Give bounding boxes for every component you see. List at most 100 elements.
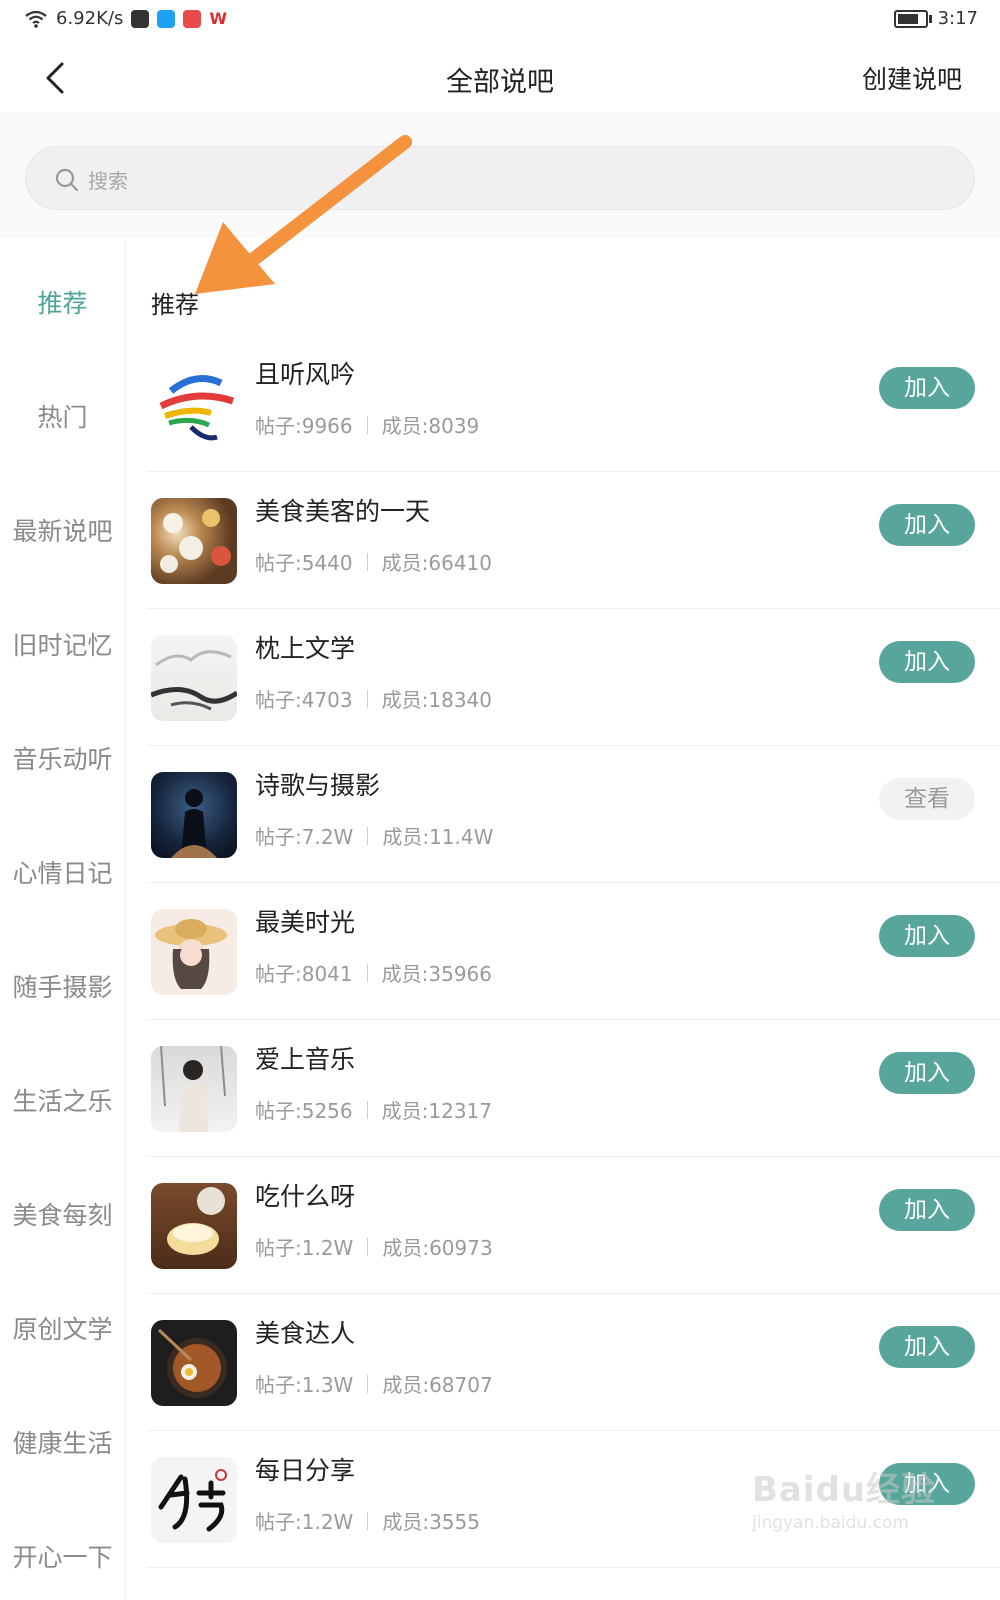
join-button[interactable]: 加入	[879, 915, 975, 957]
group-stats: 帖子:4703 成员:18340	[255, 684, 492, 713]
group-avatar	[151, 635, 237, 721]
sidebar-item-literature[interactable]: 原创文学	[0, 1310, 125, 1346]
stat-divider	[366, 552, 368, 571]
group-name: 且听风吟	[255, 360, 356, 389]
member-count: 成员:8039	[381, 414, 480, 438]
group-stats: 帖子:1.2W 成员:60973	[255, 1232, 493, 1261]
sidebar-item-health[interactable]: 健康生活	[0, 1424, 125, 1460]
status-bar: 6.92K/s W 3:17	[0, 0, 1000, 42]
group-avatar	[151, 772, 237, 858]
group-name: 爱上音乐	[255, 1045, 356, 1074]
stat-divider	[366, 963, 368, 982]
sidebar-item-memories[interactable]: 旧时记忆	[0, 626, 125, 662]
group-row[interactable]: 爱上音乐 帖子:5256 成员:12317 加入	[125, 1020, 1000, 1157]
create-button[interactable]: 创建说吧	[862, 60, 962, 96]
sidebar-item-photography[interactable]: 随手摄影	[0, 968, 125, 1004]
group-row[interactable]: 美食美客的一天 帖子:5440 成员:66410 加入	[125, 472, 1000, 609]
section-title: 推荐	[151, 291, 199, 319]
sidebar-item-latest[interactable]: 最新说吧	[0, 512, 125, 548]
stat-divider	[366, 689, 368, 708]
page-title: 全部说吧	[446, 67, 554, 98]
wps-icon: W	[209, 9, 227, 28]
join-button[interactable]: 加入	[879, 641, 975, 683]
wifi-icon	[25, 10, 47, 28]
group-avatar	[151, 361, 237, 447]
stat-divider	[366, 1100, 368, 1119]
join-button[interactable]: 加入	[879, 1052, 975, 1094]
search-input[interactable]: 搜索	[25, 146, 975, 210]
group-row[interactable]: 且听风吟 帖子:9966 成员:8039 加入	[125, 335, 1000, 472]
member-count: 成员:68707	[382, 1373, 493, 1397]
search-placeholder: 搜索	[88, 169, 128, 193]
post-count: 帖子:4703	[255, 688, 353, 712]
sidebar-item-fun[interactable]: 开心一下	[0, 1538, 125, 1574]
sidebar-item-diary[interactable]: 心情日记	[0, 854, 125, 890]
group-stats: 帖子:7.2W 成员:11.4W	[255, 821, 493, 850]
upload-notification-icon	[131, 9, 150, 28]
battery-icon	[893, 9, 932, 28]
sidebar-item-hot[interactable]: 热门	[0, 398, 125, 434]
post-count: 帖子:1.3W	[255, 1373, 354, 1397]
group-row[interactable]: 枕上文学 帖子:4703 成员:18340 加入	[125, 609, 1000, 746]
category-sidebar: 推荐 热门 最新说吧 旧时记忆 音乐动听 心情日记 随手摄影 生活之乐 美食每刻…	[0, 240, 126, 1600]
group-name: 枕上文学	[255, 634, 356, 663]
join-button[interactable]: 加入	[879, 504, 975, 546]
status-left: 6.92K/s W	[24, 8, 227, 29]
sidebar-item-life[interactable]: 生活之乐	[0, 1082, 125, 1118]
status-right: 3:17	[893, 8, 978, 29]
member-count: 成员:35966	[381, 962, 493, 986]
group-row[interactable]: 诗歌与摄影 帖子:7.2W 成员:11.4W 查看	[125, 746, 1000, 883]
group-stats: 帖子:8041 成员:35966	[255, 958, 492, 987]
group-avatar	[151, 498, 237, 584]
sidebar-item-music[interactable]: 音乐动听	[0, 740, 125, 776]
stat-divider	[367, 1511, 369, 1530]
group-name: 每日分享	[255, 1456, 356, 1485]
post-count: 帖子:8041	[255, 962, 353, 986]
app-notification-icon	[157, 9, 176, 28]
group-name: 吃什么呀	[255, 1182, 356, 1211]
top-nav: 全部说吧 创建说吧	[0, 42, 1000, 113]
group-stats: 帖子:5440 成员:66410	[255, 547, 492, 576]
join-button[interactable]: 加入	[879, 367, 975, 409]
group-row[interactable]: 最美时光 帖子:8041 成员:35966 加入	[125, 883, 1000, 1020]
sidebar-item-recommended[interactable]: 推荐	[0, 284, 125, 320]
app-notification-icon-2	[183, 9, 202, 28]
member-count: 成员:11.4W	[382, 825, 494, 849]
network-speed: 6.92K/s	[56, 8, 124, 29]
sidebar-item-food[interactable]: 美食每刻	[0, 1196, 125, 1232]
join-button[interactable]: 加入	[879, 1189, 975, 1231]
divider	[147, 1567, 1000, 1568]
group-stats: 帖子:1.2W 成员:3555	[255, 1506, 480, 1535]
annotation-arrow	[195, 135, 412, 294]
group-avatar	[151, 1183, 237, 1269]
join-button[interactable]: 加入	[879, 1326, 975, 1368]
group-stats: 帖子:5256 成员:12317	[255, 1095, 492, 1124]
search-icon	[55, 168, 79, 192]
group-avatar	[151, 1046, 237, 1132]
group-name: 美食达人	[255, 1319, 356, 1348]
post-count: 帖子:9966	[255, 414, 353, 438]
group-row[interactable]: 吃什么呀 帖子:1.2W 成员:60973 加入	[125, 1157, 1000, 1294]
group-name: 诗歌与摄影	[255, 771, 381, 800]
group-stats: 帖子:9966 成员:8039	[255, 410, 479, 439]
stat-divider	[367, 826, 369, 845]
group-avatar	[151, 1457, 237, 1543]
clock: 3:17	[937, 8, 978, 29]
group-avatar	[151, 909, 237, 995]
view-button[interactable]: 查看	[879, 778, 975, 820]
group-name: 美食美客的一天	[255, 497, 431, 526]
post-count: 帖子:5256	[255, 1099, 353, 1123]
watermark-logo: Baidu经验	[752, 1470, 937, 1510]
group-row[interactable]: 美食达人 帖子:1.3W 成员:68707 加入	[125, 1294, 1000, 1431]
post-count: 帖子:7.2W	[255, 825, 354, 849]
watermark: Baidu经验 jingyan.baidu.com	[752, 1462, 936, 1533]
stat-divider	[367, 1237, 369, 1256]
member-count: 成员:12317	[381, 1099, 493, 1123]
post-count: 帖子:5440	[255, 551, 353, 575]
post-count: 帖子:1.2W	[255, 1236, 354, 1260]
member-count: 成员:18340	[381, 688, 493, 712]
group-stats: 帖子:1.3W 成员:68707	[255, 1369, 493, 1398]
stat-divider	[366, 415, 368, 434]
post-count: 帖子:1.2W	[255, 1510, 354, 1534]
member-count: 成员:66410	[381, 551, 493, 575]
